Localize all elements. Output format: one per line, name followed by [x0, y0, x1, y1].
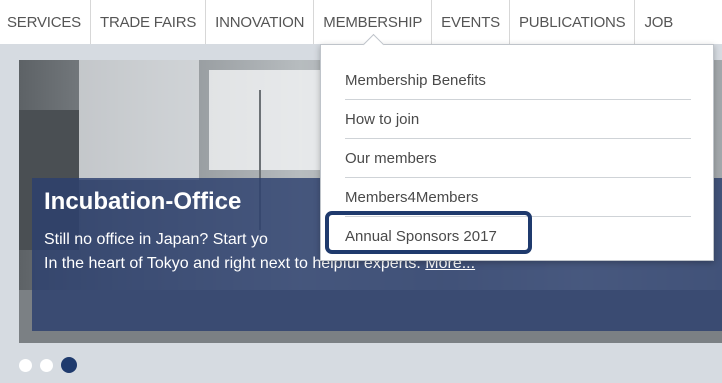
dropdown-item-our-members[interactable]: Our members [345, 139, 691, 178]
nav-item-events[interactable]: EVENTS [432, 0, 510, 44]
nav-item-trade-fairs[interactable]: TRADE FAIRS [91, 0, 207, 44]
top-navigation: SERVICES TRADE FAIRS INNOVATION MEMBERSH… [0, 0, 722, 56]
nav-item-job[interactable]: JOB [635, 0, 682, 44]
dropdown-item-membership-benefits[interactable]: Membership Benefits [345, 61, 691, 100]
hero-image-shape [79, 60, 199, 180]
highlight-box [325, 211, 532, 254]
nav-item-membership[interactable]: MEMBERSHIP [314, 0, 433, 56]
carousel-dot[interactable] [19, 358, 32, 372]
nav-item-services[interactable]: SERVICES [0, 0, 91, 44]
carousel-dot[interactable] [40, 358, 53, 372]
hero-title: Incubation-Office [44, 188, 242, 215]
carousel-dot-active[interactable] [61, 357, 77, 373]
hero-text-line-1: Still no office in Japan? Start yo [44, 231, 268, 248]
nav-item-membership-label: MEMBERSHIP [323, 13, 423, 31]
carousel-dots [19, 357, 85, 373]
nav-item-publications[interactable]: PUBLICATIONS [510, 0, 636, 44]
nav-item-innovation[interactable]: INNOVATION [206, 0, 315, 44]
dropdown-item-how-to-join[interactable]: How to join [345, 100, 691, 139]
